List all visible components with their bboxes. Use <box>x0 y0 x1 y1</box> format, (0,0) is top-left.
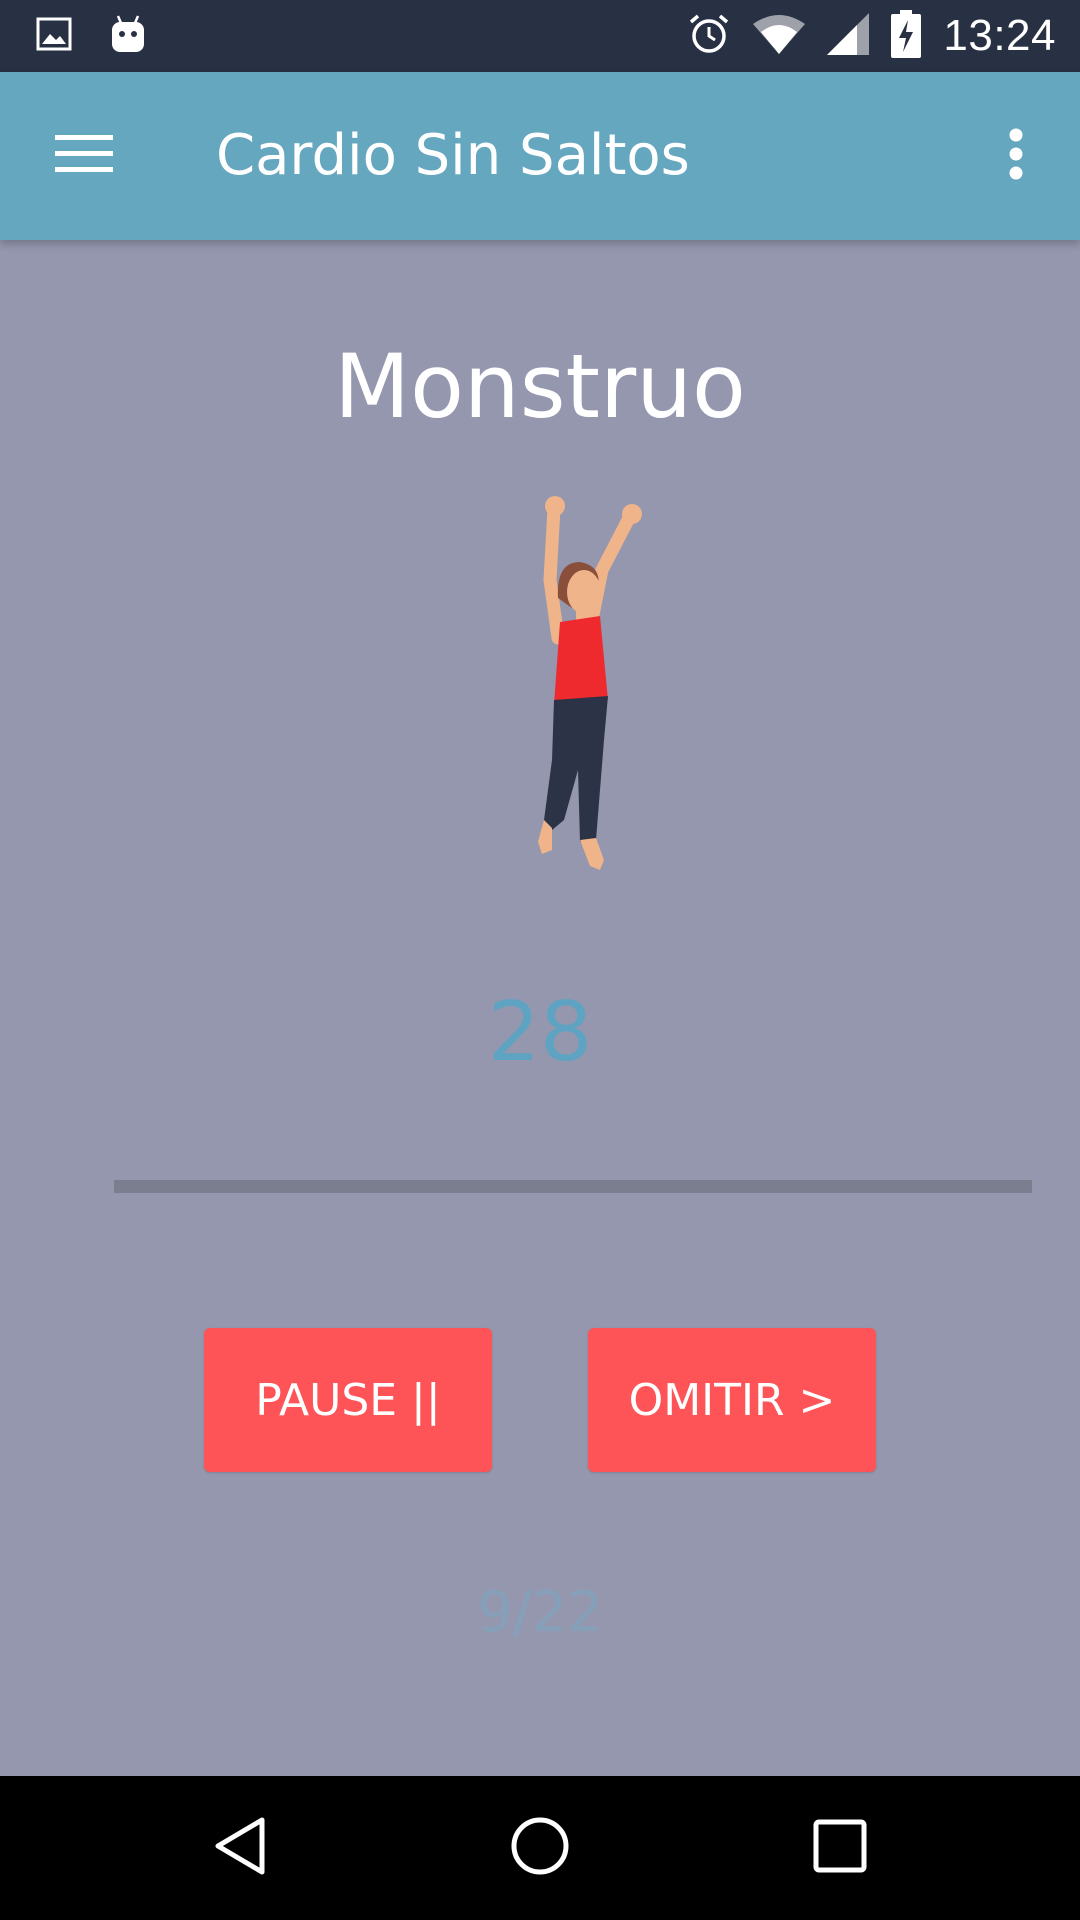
app-bar: Cardio Sin Saltos <box>0 72 1080 240</box>
more-vert-icon <box>1008 128 1024 184</box>
overflow-menu-button[interactable] <box>980 116 1052 196</box>
alarm-icon <box>687 12 731 60</box>
app-title: Cardio Sin Saltos <box>216 123 690 188</box>
wifi-icon <box>753 14 806 58</box>
exercise-progress-bar <box>114 1180 1032 1193</box>
status-left-icons <box>36 14 146 58</box>
battery-charging-icon <box>891 10 922 62</box>
exercise-counter: 9/22 <box>477 1580 603 1645</box>
back-icon <box>212 1816 268 1880</box>
home-icon <box>510 1816 570 1880</box>
status-right-icons: 13:24 <box>687 0 1056 72</box>
home-button[interactable] <box>468 1776 612 1920</box>
back-button[interactable] <box>168 1776 312 1920</box>
android-icon <box>110 14 146 58</box>
status-time: 13:24 <box>943 11 1056 60</box>
pause-button[interactable]: PAUSE || <box>204 1328 492 1472</box>
exercise-title: Monstruo <box>334 335 746 438</box>
navigation-bar <box>0 1776 1080 1920</box>
exercise-screen: 13:24 Cardio Sin Saltos Monstruo 28 PAUS… <box>0 0 1080 1920</box>
signal-icon <box>827 13 870 59</box>
hamburger-menu-icon <box>55 133 113 179</box>
recents-button[interactable] <box>768 1776 912 1920</box>
status-bar: 13:24 <box>0 0 1080 72</box>
exercise-illustration <box>480 490 670 890</box>
countdown-seconds: 28 <box>487 985 593 1080</box>
recents-icon <box>813 1819 867 1877</box>
skip-button[interactable]: OMITIR > <box>588 1328 876 1472</box>
image-icon <box>36 16 72 56</box>
menu-button[interactable] <box>40 116 128 196</box>
